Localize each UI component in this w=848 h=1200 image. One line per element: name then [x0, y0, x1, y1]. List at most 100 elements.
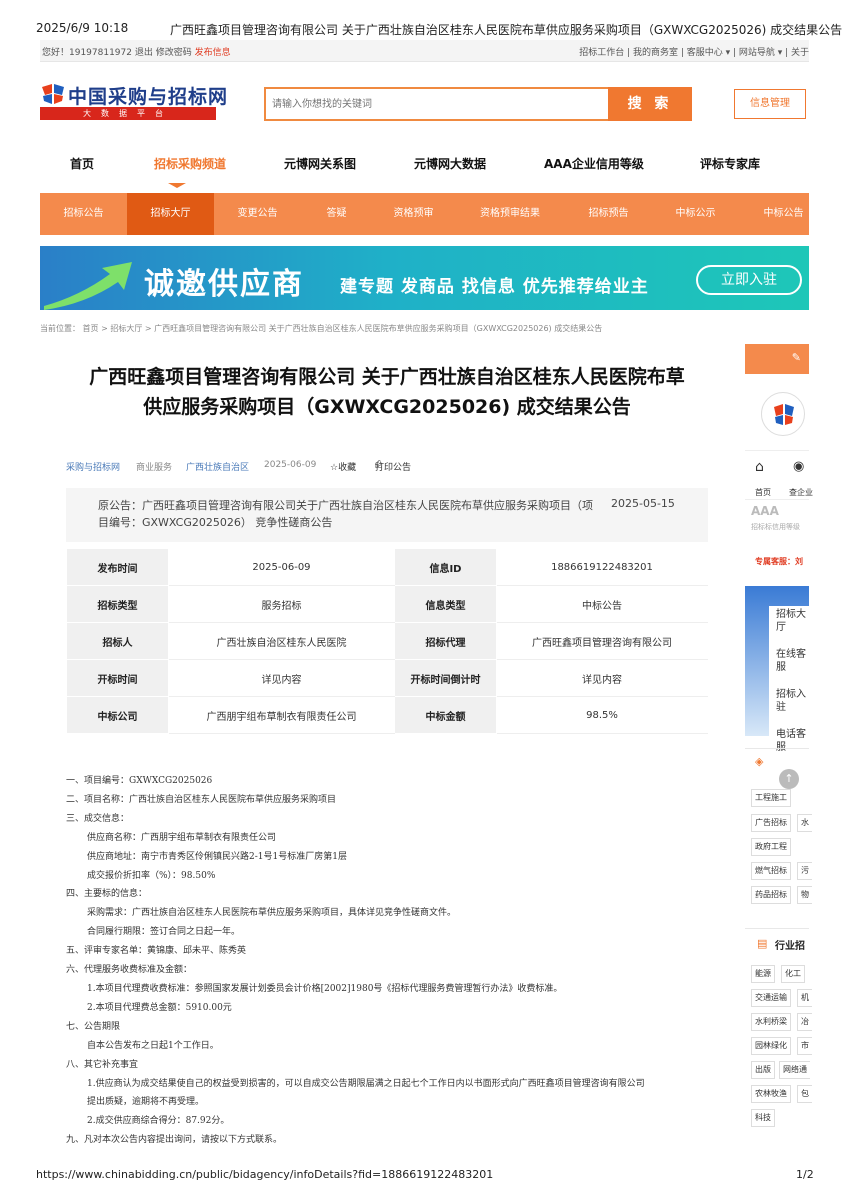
sub-nav-item[interactable]: 资格预审 — [370, 193, 457, 235]
body-line: 供应商名称：广西朋宇组布草制衣有限责任公司 — [87, 832, 277, 843]
sidebar-home[interactable]: 首页 — [755, 487, 771, 498]
float-join[interactable]: 招标入驻 — [776, 688, 809, 714]
body-line: 六、代理服务收费标准及金额： — [66, 965, 193, 976]
table-value: 1886619122483201 — [495, 548, 709, 586]
site-logo[interactable]: 中国采购与招标网 大数据平台 — [40, 83, 227, 121]
sub-nav-item[interactable]: 中标公示 — [652, 193, 739, 235]
tag-item[interactable]: 能源 — [751, 965, 775, 983]
tag-icon: ◈ — [755, 755, 764, 768]
tag-item[interactable]: 园林绿化 — [751, 1037, 791, 1055]
sub-nav-item-active[interactable]: 招标大厅 — [127, 193, 214, 235]
tag-item[interactable]: 农林牧渔 — [751, 1085, 791, 1103]
banner-arrow-icon — [44, 262, 132, 310]
tag-item[interactable]: 药品招标 — [751, 886, 791, 904]
tag-item[interactable]: 工程施工 — [751, 789, 791, 807]
sidebar-aaa-sub: 招标标信用等级 — [751, 523, 800, 531]
sidebar-edit-bar[interactable]: ✎ — [745, 344, 809, 374]
user-greeting[interactable]: 您好！19197811972 退出 修改密码 发布信息 — [42, 45, 231, 58]
search-input[interactable] — [272, 94, 602, 114]
sub-nav-item[interactable]: 答疑 — [293, 193, 380, 235]
meta-category[interactable]: 采购与招标网 — [66, 460, 120, 473]
float-online-service[interactable]: 在线客服 — [776, 648, 809, 674]
body-line: 五、评审专家名单：黄锦康、邱未平、陈秀英 — [66, 946, 247, 957]
tag-item[interactable]: 科技 — [751, 1109, 775, 1127]
tag-item[interactable]: 出版 — [751, 1061, 775, 1079]
main-nav-credit[interactable]: AAA企业信用等级 — [544, 155, 644, 172]
tag-item[interactable]: 冶 — [797, 1013, 812, 1031]
table-key: 发布时间 — [66, 548, 169, 586]
table-key: 招标人 — [66, 622, 169, 660]
table-row: 招标人 广西壮族自治区桂东人民医院 招标代理 广西旺鑫项目管理咨询有限公司 — [66, 622, 709, 660]
tag-item[interactable]: 广告招标 — [751, 814, 791, 832]
table-value: 广西壮族自治区桂东人民医院 — [168, 622, 395, 660]
tag-item[interactable]: 机 — [797, 989, 812, 1007]
tag-item[interactable]: 物 — [797, 886, 812, 904]
sidebar-check[interactable]: 查企业 — [789, 487, 813, 498]
info-manage-button[interactable]: 信息管理 — [734, 89, 806, 119]
table-key: 招标代理 — [393, 622, 497, 660]
home-icon[interactable]: ⌂ — [755, 459, 764, 475]
sidebar-kefu[interactable]: 专属客服：刘 — [755, 556, 803, 567]
sub-nav-item[interactable]: 招标公告 — [40, 193, 127, 235]
sidebar-logo-icon — [774, 404, 794, 425]
supplier-banner[interactable]: 诚邀供应商 建专题 发商品 找信息 优先推荐给业主 立即入驻 — [40, 246, 809, 310]
sidebar-logo[interactable] — [761, 392, 805, 436]
tag-item[interactable]: 燃气招标 — [751, 862, 791, 880]
original-notice-text: 原公告：广西旺鑫项目管理咨询有限公司关于广西壮族自治区桂东人民医院布草供应服务采… — [98, 499, 593, 529]
main-nav: 首页 招标采购频道 元博网关系图 元博网大数据 AAA企业信用等级 评标专家库 — [40, 155, 809, 179]
table-key: 信息ID — [393, 548, 497, 586]
sidebar-aaa: AAA — [751, 504, 779, 518]
body-line: 一、项目编号：GXWXCG2025026 — [66, 776, 213, 786]
body-line: 合同履行期限：签订合同之日起一年。 — [87, 927, 241, 938]
meta-region[interactable]: 广西壮族自治区 — [186, 460, 249, 473]
tag-item[interactable]: 水利桥梁 — [751, 1013, 791, 1031]
sidebar-quick-row: ⌂ 首页 ◉ 查企业 — [745, 450, 813, 500]
top-right-links[interactable]: 招标工作台 | 我的商务室 | 客服中心 ▾ | 网站导航 ▾ | 关于 — [579, 45, 809, 58]
main-nav-bidding[interactable]: 招标采购频道 — [154, 155, 226, 172]
banner-join-button[interactable]: 立即入驻 — [696, 265, 802, 295]
body-line: 供应商地址：南宁市青秀区伶俐镇民兴路2-1号1号标准厂房第1层 — [87, 851, 347, 862]
tag-item[interactable]: 包 — [797, 1085, 812, 1103]
tag-item[interactable]: 市 — [797, 1037, 812, 1055]
meta-type: 商业服务 — [136, 463, 173, 473]
float-hall[interactable]: 招标大厅 — [776, 608, 809, 634]
sub-nav-item[interactable]: 资格预审结果 — [460, 193, 560, 235]
sub-nav-item[interactable]: 变更公告 — [214, 193, 301, 235]
body-line: 自本公告发布之日起1个工作日。 — [87, 1040, 219, 1051]
active-nav-indicator — [168, 183, 186, 188]
table-value: 广西朋宇组布草制衣有限责任公司 — [168, 696, 395, 734]
original-notice-date: 2025-05-15 — [611, 497, 675, 510]
right-sidebar: ✎ ⌂ 首页 ◉ 查企业 AAA 招标标信用等级 专属客服：刘 招标大厅 在线客… — [745, 344, 813, 1164]
edit-icon: ✎ — [791, 351, 801, 364]
main-nav-bigdata[interactable]: 元博网大数据 — [414, 155, 486, 172]
tag-item[interactable]: 化工 — [781, 965, 805, 983]
tag-item[interactable]: 污 — [797, 862, 812, 880]
banner-headline: 诚邀供应商 — [144, 267, 304, 302]
main-nav-experts[interactable]: 评标专家库 — [700, 155, 760, 172]
main-nav-graph[interactable]: 元博网关系图 — [284, 155, 356, 172]
tag-item[interactable]: 政府工程 — [751, 838, 791, 856]
page-title: 广西旺鑫项目管理咨询有限公司 关于广西壮族自治区桂东人民医院布草 供应服务采购项… — [89, 366, 685, 418]
sub-nav-item[interactable]: 中标公告 — [740, 193, 827, 235]
publish-link[interactable]: 发布信息 — [195, 48, 231, 58]
eye-icon[interactable]: ◉ — [793, 459, 804, 474]
tag-item[interactable]: 水 — [797, 814, 812, 832]
sub-nav-item[interactable]: 招标预告 — [565, 193, 652, 235]
main-nav-home[interactable]: 首页 — [70, 155, 94, 172]
search-button[interactable]: 搜 索 — [608, 87, 692, 121]
body-line: 二、项目名称：广西壮族自治区桂东人民医院布草供应服务采购项目 — [66, 794, 337, 805]
table-value: 98.5% — [495, 696, 709, 734]
favorite-button[interactable]: ☆收藏 — [330, 460, 356, 473]
floating-service-menu: 招标大厅 在线客服 招标入驻 电话客服 — [769, 606, 809, 766]
table-value: 详见内容 — [495, 659, 709, 697]
table-row: 招标类型 服务招标 信息类型 中标公告 — [66, 585, 709, 623]
tag-item[interactable]: 交通运输 — [751, 989, 791, 1007]
tag-item[interactable]: 网络通 — [779, 1061, 810, 1079]
table-row: 发布时间 2025-06-09 信息ID 1886619122483201 — [66, 548, 709, 586]
sidebar-industry-section: ▤ 行业招 能源 化工 交通运输 水利桥梁 园林绿化 出版 网络通 农林牧渔 科… — [745, 928, 812, 1128]
breadcrumb[interactable]: 当前位置： 首页 > 招标大厅 > 广西旺鑫项目管理咨询有限公司 关于广西壮族自… — [40, 323, 602, 334]
sub-nav: 招标公告 招标大厅 变更公告 答疑 资格预审 资格预审结果 招标预告 中标公示 … — [40, 193, 809, 235]
table-key: 信息类型 — [393, 585, 497, 623]
body-line: 四、主要标的信息： — [66, 889, 148, 900]
original-notice[interactable]: 原公告：广西旺鑫项目管理咨询有限公司关于广西壮族自治区桂东人民医院布草供应服务采… — [66, 488, 708, 542]
